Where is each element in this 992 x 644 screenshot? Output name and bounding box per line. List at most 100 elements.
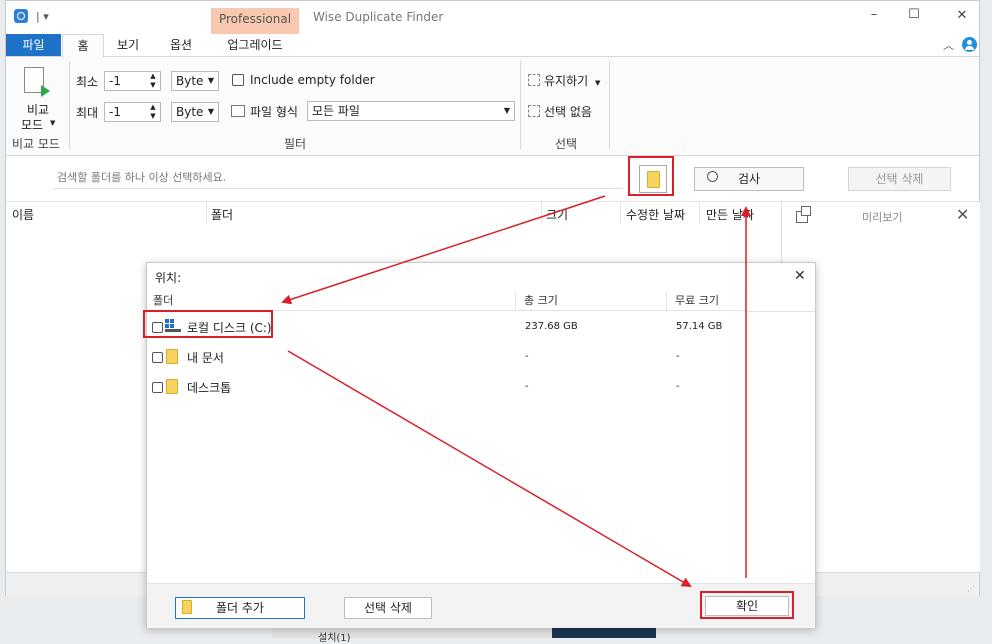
ribbon-separator xyxy=(609,61,610,149)
account-icon[interactable] xyxy=(962,37,977,52)
tab-view[interactable]: 보기 xyxy=(108,34,148,56)
tab-file[interactable]: 파일 xyxy=(6,34,61,56)
edition-badge: Professional xyxy=(211,8,299,34)
filter-group-label: 필터 xyxy=(284,137,307,151)
keep-button[interactable]: 유지하기 ▼ xyxy=(544,72,610,90)
drive-row-highlight xyxy=(143,310,273,338)
min-size-value: -1 xyxy=(109,74,121,88)
preview-close-icon[interactable]: ✕ xyxy=(956,205,969,224)
max-size-unit-select[interactable]: Byte ▼ xyxy=(171,102,219,122)
column-divider xyxy=(206,202,207,224)
file-type-value: 모든 파일 xyxy=(312,104,360,118)
include-empty-checkbox[interactable] xyxy=(232,74,244,86)
list-item[interactable]: 데스크톱 - - xyxy=(147,372,815,402)
scan-button-label: 검사 xyxy=(737,172,761,186)
app-logo-icon xyxy=(14,9,28,23)
search-bar-area: 검색할 폴더를 하나 이상 선택하세요. 검사 선택 삭제 xyxy=(6,156,979,202)
keep-label: 유지하기 xyxy=(544,74,589,88)
window-title: Wise Duplicate Finder xyxy=(313,10,444,24)
ribbon-separator xyxy=(520,61,521,149)
deselect-grid-icon xyxy=(528,105,540,117)
drive-free-size: 57.14 GB xyxy=(676,321,723,332)
browse-button-highlight xyxy=(628,156,674,196)
dialog-column-free[interactable]: 무료 크기 xyxy=(666,291,746,311)
search-icon xyxy=(707,171,718,182)
desktop-free-size: - xyxy=(676,381,680,392)
dialog-header-filler xyxy=(746,291,815,312)
chevron-down-icon: ▼ xyxy=(207,76,214,85)
minimize-button[interactable]: – xyxy=(859,7,889,22)
tab-upgrade[interactable]: 업그레이드 xyxy=(211,34,299,56)
dialog-column-total[interactable]: 총 크기 xyxy=(515,291,666,311)
compare-mode-button[interactable]: 비교 모드 ▼ xyxy=(14,63,60,132)
close-button[interactable]: ✕ xyxy=(947,8,977,23)
file-type-select[interactable]: 모든 파일 ▼ xyxy=(307,101,515,121)
compare-mode-label-2: 모드 xyxy=(20,118,44,132)
select-group-label: 선택 xyxy=(555,137,578,151)
folder-icon xyxy=(166,349,178,364)
documents-name: 내 문서 xyxy=(187,351,224,365)
column-divider xyxy=(620,202,621,224)
preview-label: 미리보기 xyxy=(862,211,903,224)
max-size-value: -1 xyxy=(109,105,121,119)
chevron-down-icon: ▼ xyxy=(207,107,214,116)
column-header-created[interactable]: 만든 날짜 xyxy=(706,206,754,223)
dialog-column-folder[interactable]: 폴더 xyxy=(147,291,515,311)
folder-icon xyxy=(182,600,192,614)
file-type-label: 파일 형식 xyxy=(250,105,298,119)
keep-grid-icon xyxy=(528,74,540,86)
resize-grip-icon[interactable]: ⋰ xyxy=(967,584,975,593)
column-header-folder[interactable]: 폴더 xyxy=(211,206,233,223)
results-header: 이름 폴더 크기 수정한 날짜 만든 날짜 xyxy=(6,202,781,224)
dialog-delete-selected-button[interactable]: 선택 삭제 xyxy=(344,597,432,619)
min-size-unit-select[interactable]: Byte ▼ xyxy=(171,71,219,91)
file-type-icon xyxy=(231,105,245,117)
max-size-unit-value: Byte xyxy=(176,105,204,119)
include-empty-label: Include empty folder xyxy=(250,73,375,87)
tab-home[interactable]: 홈 xyxy=(62,34,104,57)
quick-access-toolbar[interactable]: | ▾ xyxy=(36,10,49,23)
column-divider xyxy=(699,202,700,224)
ribbon-tab-bar: 파일 홈 보기 옵션 업그레이드 ︿ xyxy=(6,34,979,57)
dialog-close-icon[interactable]: ✕ xyxy=(794,268,806,284)
compare-mode-icon xyxy=(24,67,50,97)
min-size-input[interactable]: -1 ▲ ▼ xyxy=(104,71,161,91)
ribbon-panel: 비교 모드 ▼ 비교 모드 최소 -1 ▲ ▼ Byte ▼ 최대 -1 ▲ ▼ B… xyxy=(6,57,979,156)
add-folder-label: 폴더 추가 xyxy=(216,601,264,615)
column-header-modified[interactable]: 수정한 날짜 xyxy=(626,206,685,223)
spin-updown-icon[interactable]: ▲ ▼ xyxy=(148,72,158,90)
desktop-name: 데스크톱 xyxy=(187,381,232,395)
maximize-button[interactable]: ☐ xyxy=(899,7,929,22)
list-item[interactable]: 내 문서 - - xyxy=(147,342,815,372)
spin-updown-icon[interactable]: ▲ ▼ xyxy=(148,103,158,121)
drive-total-size: 237.68 GB xyxy=(525,321,578,332)
tab-options[interactable]: 옵션 xyxy=(161,34,201,56)
column-header-name[interactable]: 이름 xyxy=(12,206,34,223)
delete-selected-button[interactable]: 선택 삭제 xyxy=(848,167,951,191)
ok-button[interactable]: 확인 xyxy=(705,596,789,616)
folder-path-input[interactable]: 검색할 폴더를 하나 이상 선택하세요. xyxy=(53,166,623,189)
desktop-total-size: - xyxy=(525,381,529,392)
preview-dock-icon[interactable] xyxy=(796,206,811,223)
compare-mode-group-label: 비교 모드 xyxy=(12,137,60,151)
scan-button[interactable]: 검사 xyxy=(694,167,804,191)
max-size-label: 최대 xyxy=(76,106,99,120)
deselect-button[interactable]: 선택 없음 xyxy=(544,103,592,120)
documents-total-size: - xyxy=(525,351,529,362)
chevron-down-icon: ▼ xyxy=(503,106,510,115)
documents-checkbox[interactable] xyxy=(152,352,163,363)
documents-free-size: - xyxy=(676,351,680,362)
dialog-title: 위치: xyxy=(155,271,182,285)
chevron-down-icon: ▼ xyxy=(595,79,601,87)
dropdown-arrow-icon: ▼ xyxy=(50,119,56,127)
folder-path-placeholder: 검색할 폴더를 하나 이상 선택하세요. xyxy=(57,171,227,184)
column-header-size[interactable]: 크기 xyxy=(546,206,568,223)
max-size-input[interactable]: -1 ▲ ▼ xyxy=(104,102,161,122)
title-bar: | ▾ Professional Wise Duplicate Finder –… xyxy=(6,1,979,34)
desktop-checkbox[interactable] xyxy=(152,382,163,393)
background-text: 설치(1) xyxy=(318,633,351,644)
column-divider xyxy=(541,202,542,224)
collapse-ribbon-icon[interactable]: ︿ xyxy=(943,37,954,53)
add-folder-button[interactable]: 폴더 추가 xyxy=(175,597,305,619)
ribbon-separator xyxy=(69,61,70,149)
